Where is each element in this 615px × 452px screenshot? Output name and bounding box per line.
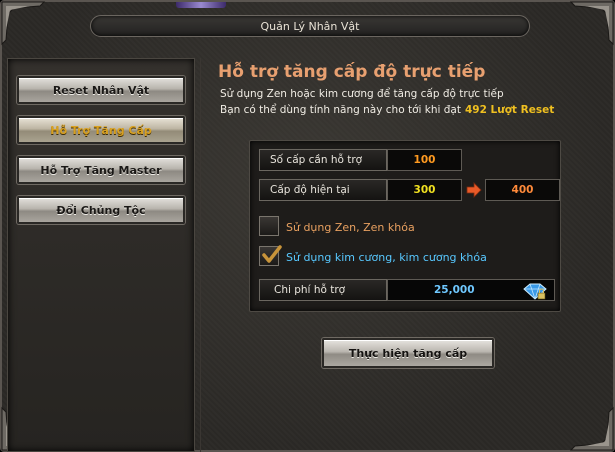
menu-master-support-button[interactable]: Hỗ Trợ Tăng Master: [17, 156, 185, 184]
description-line-1: Sử dụng Zen hoặc kim cương để tăng cấp đ…: [220, 88, 504, 100]
arrow-right-icon: [466, 182, 482, 202]
description-text: Bạn có thể dùng tính năng này cho tới kh…: [220, 104, 461, 116]
top-ornament: [176, 2, 226, 8]
current-level-value: 300: [387, 179, 462, 201]
current-level-label: Cấp độ hiện tại: [259, 179, 387, 201]
cost-label: Chi phí hỗ trợ: [259, 279, 387, 301]
reset-limit-highlight: 492 Lượt Reset: [464, 104, 555, 116]
cost-value-box: 25,000: [387, 279, 555, 301]
cost-value: 25,000: [434, 284, 475, 296]
diamond-option-checkbox[interactable]: [259, 245, 282, 266]
zen-option-checkbox[interactable]: [259, 216, 279, 236]
levels-needed-value: 100: [387, 149, 462, 171]
target-level-value: 400: [485, 179, 560, 201]
ornament-corner-icon: [569, 0, 615, 46]
diamond-lock-icon: [522, 281, 548, 305]
execute-level-up-button[interactable]: Thực hiện tăng cấp: [322, 338, 494, 368]
menu-level-support-button[interactable]: Hỗ Trợ Tăng Cấp: [17, 116, 185, 144]
page-title: Hỗ trợ tăng cấp độ trực tiếp: [218, 62, 486, 82]
description-line-2: Bạn có thể dùng tính năng này cho tới kh…: [220, 104, 554, 116]
ornament-corner-icon: [0, 0, 46, 46]
levels-needed-label: Số cấp cần hỗ trợ: [259, 149, 387, 171]
diamond-option-label[interactable]: Sử dụng kim cương, kim cương khóa: [286, 251, 487, 264]
character-management-window: Quản Lý Nhân Vật Reset Nhân Vật Hỗ Trợ T…: [0, 0, 615, 452]
checkmark-icon: [262, 245, 282, 263]
window-titlebar: Quản Lý Nhân Vật: [90, 15, 530, 37]
zen-option-label[interactable]: Sử dụng Zen, Zen khóa: [286, 221, 415, 234]
menu-change-race-button[interactable]: Đổi Chủng Tộc: [17, 196, 185, 224]
window-title: Quản Lý Nhân Vật: [260, 19, 360, 33]
menu-reset-character-button[interactable]: Reset Nhân Vật: [17, 76, 185, 104]
